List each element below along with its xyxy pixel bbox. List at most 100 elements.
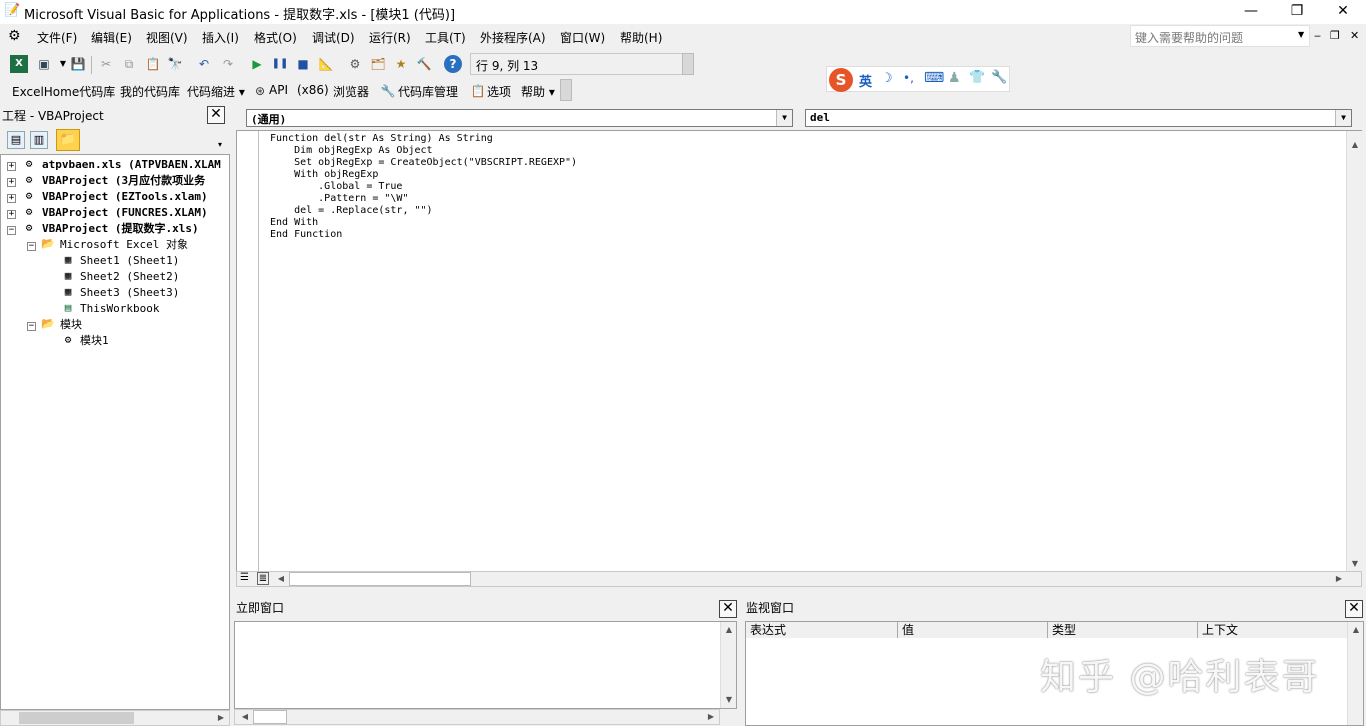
codelib-manage-icon[interactable]: 🔧	[379, 82, 397, 100]
scroll-down-arrow-icon[interactable]: ▼	[1347, 556, 1363, 572]
tree-node-payables[interactable]: VBAProject (3月应付款项业务	[42, 173, 205, 189]
menu-debug[interactable]: 调试(D)	[312, 29, 355, 46]
tree-node-modules[interactable]: 模块	[60, 317, 82, 333]
menu-view[interactable]: 视图(V)	[146, 29, 188, 46]
view-code-icon[interactable]: ▤	[7, 131, 25, 149]
menu-tools[interactable]: 工具(T)	[425, 29, 466, 46]
sogou-logo[interactable]: S	[829, 68, 853, 92]
toolbar2-options-handle[interactable]	[560, 79, 572, 101]
codelib-manage-button[interactable]: 代码库管理	[398, 83, 458, 100]
copy-icon[interactable]: ⧉	[120, 55, 138, 73]
procedure-view-icon[interactable]: ☰	[240, 572, 249, 583]
options-icon[interactable]: 📋	[469, 82, 487, 100]
save-icon[interactable]: 💾	[69, 55, 87, 73]
tree-node-sheet1[interactable]: Sheet1 (Sheet1)	[80, 253, 179, 269]
immediate-hscrollbar[interactable]: ◀ ▶	[234, 709, 720, 725]
collapse-icon[interactable]: −	[27, 322, 36, 331]
immediate-close-icon[interactable]: ✕	[719, 600, 737, 618]
find-icon[interactable]: 🔭	[166, 55, 184, 73]
tree-node-sheet2[interactable]: Sheet2 (Sheet2)	[80, 269, 179, 285]
tree-node-module1[interactable]: 模块1	[80, 333, 109, 349]
tree-node-eztools[interactable]: VBAProject (EZTools.xlam)	[42, 189, 208, 205]
help-search-input[interactable]: 键入需要帮助的问题	[1130, 25, 1310, 47]
api-icon[interactable]: ⊛	[251, 82, 269, 100]
object-combo[interactable]: (通用) ▼	[246, 109, 793, 127]
object-browser-icon[interactable]: ★	[392, 55, 410, 73]
menu-insert[interactable]: 插入(I)	[202, 29, 239, 46]
break-icon[interactable]: ❚❚	[271, 55, 289, 73]
menu-format[interactable]: 格式(O)	[254, 29, 297, 46]
design-mode-icon[interactable]: 📐	[317, 55, 335, 73]
menu-window[interactable]: 窗口(W)	[560, 29, 605, 46]
menu-run[interactable]: 运行(R)	[369, 29, 411, 46]
tree-node-funcres[interactable]: VBAProject (FUNCRES.XLAM)	[42, 205, 208, 221]
scroll-left-arrow-icon[interactable]: ◀	[237, 709, 253, 725]
watch-col-type[interactable]: 类型	[1048, 622, 1198, 638]
toolbox-icon[interactable]: 🔨	[415, 55, 433, 73]
tree-node-extract-numbers[interactable]: VBAProject (提取数字.xls)	[42, 221, 199, 237]
help-menu[interactable]: 帮助 ▾	[521, 83, 555, 100]
child-restore-button[interactable]: ❐	[1330, 29, 1340, 42]
undo-icon[interactable]: ↶	[195, 55, 213, 73]
scroll-right-arrow-icon[interactable]: ▶	[703, 709, 719, 725]
user-icon[interactable]: ♟	[948, 70, 961, 86]
scroll-right-arrow-icon[interactable]: ▶	[1331, 571, 1347, 587]
menu-help[interactable]: 帮助(H)	[620, 29, 662, 46]
scroll-right-arrow-icon[interactable]: ▶	[213, 710, 229, 726]
project-close-icon[interactable]: ✕	[207, 106, 225, 124]
scroll-up-arrow-icon[interactable]: ▲	[721, 622, 737, 638]
immediate-vscrollbar[interactable]: ▲ ▼	[720, 622, 736, 708]
code-vscrollbar[interactable]: ▲ ▼	[1346, 131, 1362, 571]
expand-icon[interactable]: +	[7, 210, 16, 219]
child-close-button[interactable]: ✕	[1350, 29, 1359, 42]
tree-node-sheet3[interactable]: Sheet3 (Sheet3)	[80, 285, 179, 301]
watch-col-expression[interactable]: 表达式	[746, 622, 898, 638]
chevron-down-icon[interactable]: ▼	[776, 110, 792, 126]
codelib-excelhome[interactable]: ExcelHome代码库	[12, 83, 115, 100]
api-button[interactable]: API	[269, 83, 288, 97]
scroll-left-arrow-icon[interactable]: ◀	[273, 571, 289, 587]
project-explorer-icon[interactable]: ⚙	[346, 55, 364, 73]
scroll-thumb[interactable]	[19, 712, 134, 724]
toggle-folders-icon[interactable]: 📁	[56, 129, 80, 151]
expand-icon[interactable]: +	[7, 178, 16, 187]
tree-node-excel-objects[interactable]: Microsoft Excel 对象	[60, 237, 188, 253]
collapse-icon[interactable]: −	[27, 242, 36, 251]
keyboard-icon[interactable]: ⌨	[924, 70, 944, 86]
scroll-up-arrow-icon[interactable]: ▲	[1347, 137, 1363, 153]
cut-icon[interactable]: ✂	[97, 55, 115, 73]
ime-lang-toggle[interactable]: 英	[859, 71, 872, 90]
x86-button[interactable]: (x86)	[297, 83, 329, 97]
punctuation-icon[interactable]: •,	[903, 71, 914, 85]
scroll-thumb[interactable]	[253, 710, 287, 724]
toolbar-options-handle[interactable]	[682, 53, 694, 75]
procedure-combo[interactable]: del ▼	[805, 109, 1352, 127]
help-icon[interactable]: ?	[444, 55, 462, 73]
browser-button[interactable]: 浏览器	[333, 83, 369, 100]
help-search-dropdown-icon[interactable]: ▼	[1298, 30, 1304, 39]
watch-close-icon[interactable]: ✕	[1345, 600, 1363, 618]
tools-icon[interactable]: 🔧	[991, 70, 1007, 85]
immediate-window[interactable]: ▲ ▼	[234, 621, 737, 709]
watch-col-context[interactable]: 上下文	[1198, 622, 1348, 638]
code-editor[interactable]: Function del(str As String) As String Di…	[236, 130, 1362, 572]
skin-icon[interactable]: 👕	[969, 70, 985, 85]
run-icon[interactable]: ▶	[248, 55, 266, 73]
paste-icon[interactable]: 📋	[144, 55, 162, 73]
collapse-icon[interactable]: −	[7, 226, 16, 235]
code-indent-menu[interactable]: 代码缩进 ▾	[187, 83, 245, 100]
menu-edit[interactable]: 编辑(E)	[91, 29, 132, 46]
project-hscrollbar[interactable]: ▶	[0, 710, 230, 726]
menu-file[interactable]: 文件(F)	[37, 29, 77, 46]
watch-col-value[interactable]: 值	[898, 622, 1048, 638]
expand-icon[interactable]: +	[7, 194, 16, 203]
tree-node-atpvbaen[interactable]: atpvbaen.xls (ATPVBAEN.XLAM	[42, 157, 221, 173]
codelib-mine[interactable]: 我的代码库	[120, 83, 180, 100]
redo-icon[interactable]: ↷	[219, 55, 237, 73]
scroll-thumb[interactable]	[289, 572, 471, 586]
full-module-view-icon[interactable]: ≣	[257, 572, 269, 585]
moon-icon[interactable]: ☽	[881, 71, 893, 86]
scroll-up-arrow-icon[interactable]: ▲	[1348, 622, 1364, 638]
view-object-icon[interactable]: ▥	[30, 131, 48, 149]
toolbar-overflow-icon[interactable]: ▾	[218, 140, 222, 149]
